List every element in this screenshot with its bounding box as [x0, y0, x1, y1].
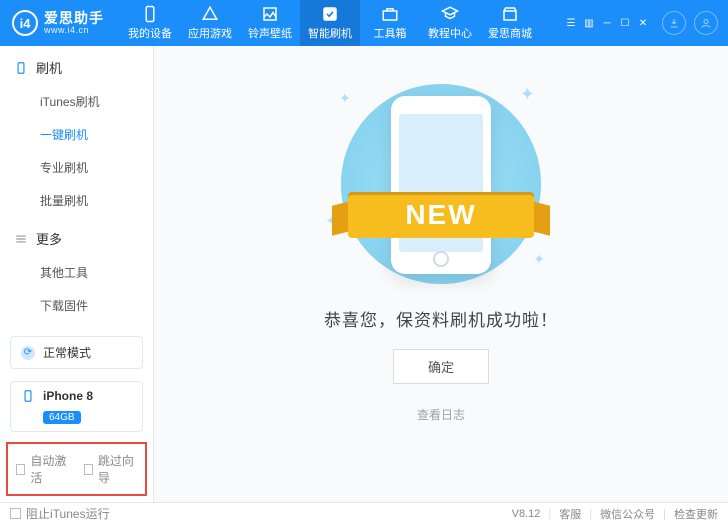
ribbon-text: NEW	[405, 199, 476, 231]
checkbox-skip-guide[interactable]: 跳过向导	[84, 452, 138, 486]
tab-ringtones[interactable]: 铃声壁纸	[240, 0, 300, 46]
sparkle-icon: ✦	[533, 251, 545, 268]
download-button[interactable]	[662, 11, 686, 35]
version-label: V8.12	[512, 508, 541, 520]
view-log-link[interactable]: 查看日志	[417, 406, 465, 423]
success-illustration: ✦ ✦ ✦ ✦ NEW	[311, 76, 571, 276]
device-icon	[141, 5, 159, 23]
checkbox-icon	[16, 464, 25, 475]
main-panel: ✦ ✦ ✦ ✦ NEW 恭喜您，保资料刷机成功啦！ 确定 查看日志	[154, 46, 728, 502]
success-message: 恭喜您，保资料刷机成功啦！	[324, 306, 558, 331]
user-button[interactable]	[694, 11, 718, 35]
sidebar-item-other-tools[interactable]: 其他工具	[0, 256, 153, 289]
phone-illustration	[391, 96, 491, 274]
tab-flash[interactable]: 智能刷机	[300, 0, 360, 46]
tab-tutorial[interactable]: 教程中心	[420, 0, 480, 46]
brand: i4 爱思助手 www.i4.cn	[0, 10, 114, 36]
checkbox-label: 自动激活	[30, 452, 69, 486]
mall-icon	[501, 5, 519, 23]
wallpaper-icon	[261, 5, 279, 23]
device-card[interactable]: iPhone 8 64GB	[10, 381, 143, 432]
close-button[interactable]: ✕	[636, 16, 650, 30]
sidebar-item-onekey-flash[interactable]: 一键刷机	[0, 118, 153, 151]
ok-button[interactable]: 确定	[393, 349, 489, 384]
sidebar-item-advanced[interactable]: 高级功能	[0, 322, 153, 330]
support-link[interactable]: 客服	[559, 506, 581, 522]
tab-label: 应用游戏	[188, 25, 232, 41]
maximize-button[interactable]: ☐	[618, 16, 632, 30]
window-controls: ☰ ▥ ─ ☐ ✕	[564, 16, 650, 30]
checkbox-auto-activate[interactable]: 自动激活	[16, 452, 70, 486]
tab-mall[interactable]: 爱思商城	[480, 0, 540, 46]
refresh-icon: ⟳	[21, 346, 35, 360]
sidebar-bottom-options: 自动激活 跳过向导	[6, 442, 147, 496]
storage-badge: 64GB	[43, 411, 81, 424]
app-header: i4 爱思助手 www.i4.cn 我的设备 应用游戏 铃声壁纸 智能刷机 工具…	[0, 0, 728, 46]
tab-label: 铃声壁纸	[248, 25, 292, 41]
checkbox-icon	[84, 464, 93, 475]
tab-label: 我的设备	[128, 25, 172, 41]
sparkle-icon: ✦	[520, 84, 535, 105]
checkbox-icon	[10, 508, 21, 519]
lock-button[interactable]: ▥	[582, 16, 596, 30]
section-title: 刷机	[36, 58, 62, 77]
sparkle-icon: ✦	[339, 90, 351, 107]
section-title: 更多	[36, 229, 62, 248]
device-icon	[21, 389, 35, 403]
update-link[interactable]: 检查更新	[674, 506, 718, 522]
tutorial-icon	[441, 5, 459, 23]
status-bar: 阻止iTunes运行 V8.12 | 客服 | 微信公众号 | 检查更新	[0, 502, 728, 524]
sidebar-item-pro-flash[interactable]: 专业刷机	[0, 151, 153, 184]
new-ribbon: NEW	[336, 188, 546, 242]
toolbox-icon	[381, 5, 399, 23]
tab-label: 智能刷机	[308, 25, 352, 41]
tab-toolbox[interactable]: 工具箱	[360, 0, 420, 46]
sidebar-item-batch-flash[interactable]: 批量刷机	[0, 184, 153, 217]
apps-icon	[201, 5, 219, 23]
checkbox-block-itunes[interactable]: 阻止iTunes运行	[10, 505, 110, 522]
device-name: iPhone 8	[43, 389, 93, 403]
mode-card[interactable]: ⟳ 正常模式	[10, 336, 143, 369]
sidebar-item-itunes-flash[interactable]: iTunes刷机	[0, 85, 153, 118]
minimize-button[interactable]: ─	[600, 16, 614, 30]
sidebar-section-flash[interactable]: 刷机	[0, 52, 153, 83]
mode-label: 正常模式	[43, 344, 91, 361]
main-tabs: 我的设备 应用游戏 铃声壁纸 智能刷机 工具箱 教程中心 爱思商城	[120, 0, 540, 46]
tab-apps[interactable]: 应用游戏	[180, 0, 240, 46]
tab-devices[interactable]: 我的设备	[120, 0, 180, 46]
brand-name: 爱思助手	[44, 11, 104, 26]
flash-icon	[321, 5, 339, 23]
tab-label: 教程中心	[428, 25, 472, 41]
tab-label: 爱思商城	[488, 25, 532, 41]
sidebar-section-more[interactable]: 更多	[0, 223, 153, 254]
tab-label: 工具箱	[374, 25, 407, 41]
wechat-link[interactable]: 微信公众号	[600, 506, 655, 522]
checkbox-label: 阻止iTunes运行	[26, 505, 110, 522]
menu-button[interactable]: ☰	[564, 16, 578, 30]
user-icon	[700, 17, 712, 29]
sidebar: 刷机 iTunes刷机 一键刷机 专业刷机 批量刷机 更多 其他工具 下载固件 …	[0, 46, 154, 502]
header-right: ☰ ▥ ─ ☐ ✕	[564, 11, 728, 35]
sidebar-item-download-fw[interactable]: 下载固件	[0, 289, 153, 322]
phone-icon	[14, 61, 28, 75]
checkbox-label: 跳过向导	[98, 452, 137, 486]
brand-url: www.i4.cn	[44, 26, 104, 35]
more-icon	[14, 232, 28, 246]
download-icon	[668, 17, 680, 29]
brand-logo: i4	[12, 10, 38, 36]
